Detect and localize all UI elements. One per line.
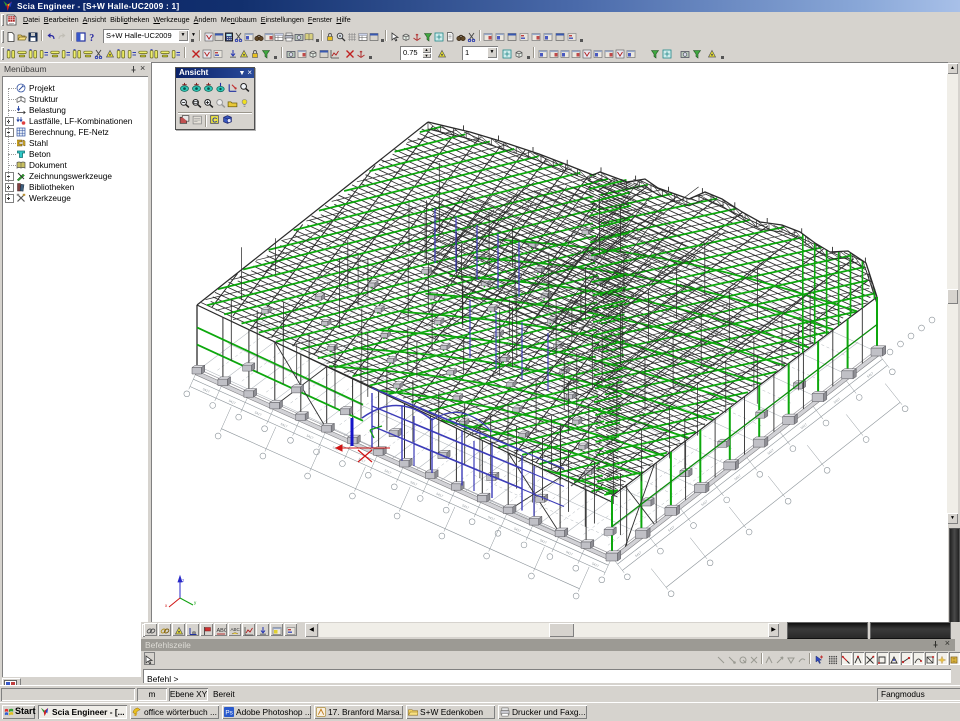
svg-text:ABC: ABC — [216, 628, 226, 634]
svg-text:5417: 5417 — [634, 550, 642, 558]
svg-text:5417: 5417 — [767, 448, 775, 456]
svg-text:5417: 5417 — [461, 503, 469, 510]
svg-text:5417: 5417 — [734, 474, 742, 482]
svg-text:5417: 5417 — [866, 371, 874, 379]
svg-text:z: z — [182, 578, 185, 583]
svg-text:y: y — [194, 600, 197, 605]
svg-text:5417: 5417 — [487, 515, 495, 522]
svg-text:5417: 5417 — [254, 410, 262, 417]
svg-text:5417: 5417 — [800, 422, 808, 430]
svg-text:Ps: Ps — [225, 710, 232, 717]
svg-text:5417: 5417 — [667, 525, 675, 533]
svg-text:5417: 5417 — [833, 397, 841, 405]
svg-text:5417: 5417 — [700, 499, 708, 507]
svg-text:5417: 5417 — [565, 550, 573, 557]
svg-text:ABC: ABC — [230, 627, 240, 632]
svg-text:C: C — [212, 116, 217, 124]
svg-text:x: x — [165, 603, 168, 608]
svg-text:?: ? — [89, 33, 94, 42]
svg-text:5417: 5417 — [384, 469, 392, 476]
svg-text:5417: 5417 — [591, 562, 599, 569]
svg-text:5417: 5417 — [280, 422, 288, 429]
